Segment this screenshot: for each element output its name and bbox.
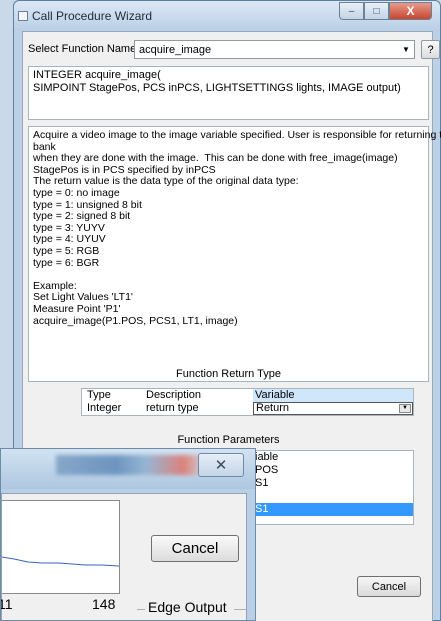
parameter-variable-cell: S1 xyxy=(253,503,413,516)
axis-tick-label: 148 xyxy=(92,596,116,612)
header-description: Description xyxy=(146,389,202,401)
app-icon xyxy=(18,11,28,21)
table-row[interactable]: Integer return type Return ▼ xyxy=(82,402,413,415)
background-window: ✕ 11 148 Cancel Edge Output xyxy=(0,448,256,621)
select-function-label: Select Function Name xyxy=(28,43,137,55)
background-window-title-bar[interactable]: ✕ xyxy=(1,449,255,489)
background-cancel-button[interactable]: Cancel xyxy=(151,535,239,562)
function-description-box[interactable]: Acquire a video image to the image varia… xyxy=(28,126,441,382)
header-variable: Variable xyxy=(253,389,413,402)
groupbox-border xyxy=(137,609,145,610)
description-line: acquire_image(P1.POS, PCS1, LT1, image) xyxy=(33,314,238,327)
grid-header-row: Type Description Variable xyxy=(82,389,413,402)
dropdown-arrow-icon[interactable]: ▼ xyxy=(398,41,414,58)
parameter-variable-cell: S1 xyxy=(255,477,269,489)
maximize-icon: □ xyxy=(373,5,380,17)
cancel-button[interactable]: Cancel xyxy=(357,576,421,597)
description-line: type = 6: BGR xyxy=(33,256,100,269)
function-parameters-title: Function Parameters xyxy=(177,434,280,446)
window-title: Call Procedure Wizard xyxy=(32,9,153,23)
profile-chart xyxy=(1,500,120,594)
return-type-title: Function Return Type xyxy=(176,368,281,380)
maximize-button[interactable]: □ xyxy=(364,2,389,20)
help-button[interactable]: ? xyxy=(421,40,440,59)
return-variable-combo[interactable]: Return ▼ xyxy=(253,402,413,415)
axis-tick-label: 11 xyxy=(1,596,13,612)
return-type-grid: Type Description Variable Integer return… xyxy=(81,388,414,416)
return-description-cell: return type xyxy=(146,402,199,414)
title-bar[interactable]: Call Procedure Wizard – □ X xyxy=(14,1,440,31)
background-close-button[interactable]: ✕ xyxy=(198,453,244,477)
function-name-value: acquire_image xyxy=(139,44,212,56)
profile-chart-svg xyxy=(1,556,120,567)
background-window-client: 11 148 Cancel Edge Output xyxy=(1,493,247,620)
description-line: type = 0: no image xyxy=(33,186,120,199)
profile-line xyxy=(1,556,120,567)
blurred-taskbar-strip xyxy=(56,455,206,475)
return-type-cell: Integer xyxy=(87,402,122,414)
function-name-select[interactable]: acquire_image ▼ xyxy=(134,40,415,59)
close-icon: ✕ xyxy=(214,457,228,474)
description-line: type = 5: RGB xyxy=(33,244,100,257)
parameter-variable-cell: POS xyxy=(255,464,279,476)
close-icon: X xyxy=(406,4,415,18)
description-line: type = 2: signed 8 bit xyxy=(33,210,131,223)
return-variable-value: Return xyxy=(256,402,290,414)
header-type: Type xyxy=(87,389,111,401)
description-line: Acquire a video image to the image varia… xyxy=(33,129,441,141)
function-prototype-box: INTEGER acquire_image( SIMPOINT StagePos… xyxy=(28,66,429,120)
close-button[interactable]: X xyxy=(389,2,432,20)
help-icon: ? xyxy=(427,43,434,56)
dropdown-arrow-icon[interactable]: ▼ xyxy=(399,404,411,413)
description-line: Measure Point 'P1' xyxy=(33,302,121,315)
description-line xyxy=(33,269,424,281)
edge-output-group-label: Edge Output xyxy=(148,599,227,615)
minimize-icon: – xyxy=(348,5,355,17)
prototype-line: SIMPOINT StagePos, PCS inPCS, LIGHTSETTI… xyxy=(33,82,401,94)
return-variable-cell[interactable]: Return ▼ xyxy=(253,402,413,415)
minimize-button[interactable]: – xyxy=(339,2,364,20)
parameter-variable-cell: iable xyxy=(255,451,279,463)
parameter-variable-cell xyxy=(253,490,413,503)
prototype-line: INTEGER acquire_image( xyxy=(33,69,161,81)
groupbox-border xyxy=(234,609,246,610)
